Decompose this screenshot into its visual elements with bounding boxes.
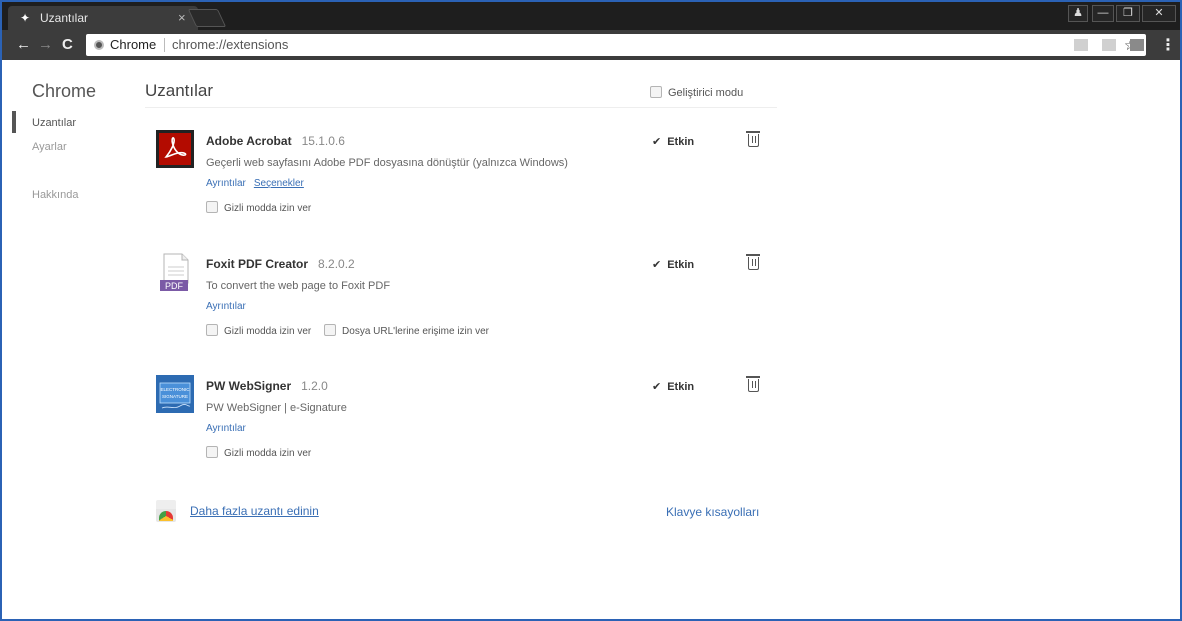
extension-name-text: Foxit PDF Creator [206,257,309,271]
extension-item: Adobe Acrobat 15.1.0.6 Geçerli web sayfas… [152,130,782,230]
sidebar-item-settings[interactable]: Ayarlar [32,141,67,153]
extension-item: ELECTRONIC SIGNATURE PW WebSigner 1.2.0 P… [152,375,782,475]
enabled-check-icon[interactable]: ✔ [652,135,661,148]
details-link[interactable]: Ayrıntılar [206,423,246,434]
incognito-label: Gizli modda izin ver [224,203,312,214]
sidebar-item-about[interactable]: Hakkında [32,189,78,201]
incognito-checkbox[interactable] [206,446,218,458]
extension-item: PDF Foxit PDF Creator 8.2.0.2 To convert … [152,253,782,353]
extension-version: 15.1.0.6 [301,134,345,148]
close-window-button[interactable]: ✕ [1142,5,1176,22]
extension-name: Adobe Acrobat 15.1.0.6 [206,134,345,148]
enabled-label: Etkin [667,136,695,148]
details-link[interactable]: Ayrıntılar [206,301,246,312]
extension-description: Geçerli web sayfasını Adobe PDF dosyasın… [206,157,568,169]
omnibox-url[interactable]: chrome://extensions [172,34,288,56]
omnibox-separator [164,38,165,52]
enabled-label: Etkin [667,381,695,393]
forward-icon[interactable]: → [38,37,53,53]
web-store-icon [156,500,176,522]
foxit-badge-text: PDF [165,281,184,291]
details-link[interactable]: Ayrıntılar [206,178,246,189]
menu-icon[interactable]: ⋮ [1160,35,1176,55]
reload-icon[interactable]: C [62,37,73,53]
extension-name: PW WebSigner 1.2.0 [206,379,328,393]
incognito-option[interactable]: Gizli modda izin ver [206,446,311,459]
file-urls-checkbox[interactable] [324,324,337,336]
developer-mode-checkbox[interactable] [650,86,662,98]
back-icon[interactable]: ← [16,37,31,53]
developer-mode-label: Geliştirici modu [668,87,744,99]
tab-strip: ✦ Uzantılar × ♟ — ❐ ✕ [2,2,1180,30]
enabled-check-icon[interactable]: ✔ [652,380,661,393]
tab-title: Uzantılar [40,11,89,25]
extension-links: Ayrıntılar [206,301,254,312]
enabled-toggle[interactable]: ✔ Etkin [652,380,694,393]
incognito-checkbox[interactable] [206,201,218,213]
enabled-label: Etkin [667,259,695,271]
file-urls-label: Dosya URL'lerine erişime izin ver [342,326,489,337]
pw-websigner-icon: ELECTRONIC SIGNATURE [156,375,194,413]
acrobat-toolbar-icon[interactable] [1130,39,1144,51]
keyboard-shortcuts-link[interactable]: Klavye kısayolları [666,505,759,519]
extension-options: Gizli modda izin ver Dosya URL'lerine er… [206,324,499,337]
chrome-icon [94,40,104,50]
profile-icon[interactable]: ♟ [1068,5,1088,22]
pw-logo-line2: SIGNATURE [162,394,188,399]
page-title: Uzantılar [145,81,214,100]
extension-version: 1.2.0 [301,379,328,393]
extension-links: Ayrıntılar [206,423,254,434]
extension-toolbar-icon[interactable] [1074,39,1088,51]
extension-description: PW WebSigner | e-Signature [206,402,347,414]
sidebar-title: Chrome [32,81,97,101]
trash-icon[interactable] [746,131,760,147]
options-link[interactable]: Seçenekler [254,178,304,189]
adobe-acrobat-icon [156,130,194,168]
more-extensions-link[interactable]: Daha fazla uzantı edinin [190,504,319,518]
pw-logo-line1: ELECTRONIC [160,387,190,392]
file-urls-option[interactable]: Dosya URL'lerine erişime izin ver [324,324,489,337]
extension-options: Gizli modda izin ver [206,201,321,214]
enabled-check-icon[interactable]: ✔ [652,258,661,271]
foxit-pdf-icon: PDF [156,253,194,291]
omnibox-origin: Chrome [110,37,157,52]
incognito-checkbox[interactable] [206,324,218,336]
extension-description: To convert the web page to Foxit PDF [206,280,391,292]
tab-close-icon[interactable]: × [178,10,186,25]
trash-icon[interactable] [746,376,760,392]
enabled-toggle[interactable]: ✔ Etkin [652,258,694,271]
incognito-option[interactable]: Gizli modda izin ver [206,201,311,214]
trash-icon[interactable] [746,254,760,270]
extension-options: Gizli modda izin ver [206,446,321,459]
minimize-button[interactable]: — [1092,5,1114,22]
developer-mode-toggle[interactable]: Geliştirici modu [650,86,743,99]
browser-window: ✦ Uzantılar × ♟ — ❐ ✕ ← → C Chrome chrom… [0,0,1182,621]
extension-name-text: PW WebSigner [206,379,292,393]
toolbar: ← → C Chrome chrome://extensions ☆ ⋮ [2,30,1180,60]
incognito-option[interactable]: Gizli modda izin ver [206,324,311,337]
extension-name: Foxit PDF Creator 8.2.0.2 [206,257,355,271]
extension-version: 8.2.0.2 [318,257,355,271]
extensions-page: Chrome Uzantılar Ayarlar Hakkında Uzantı… [2,60,1180,619]
puzzle-icon: ✦ [20,11,31,25]
extension-links: Ayrıntılar Seçenekler [206,178,312,189]
header-divider [145,107,777,108]
print-icon[interactable] [1102,39,1116,51]
extension-name-text: Adobe Acrobat [206,134,292,148]
incognito-label: Gizli modda izin ver [224,448,312,459]
tab-extensions[interactable]: ✦ Uzantılar × [8,6,198,30]
address-bar[interactable]: Chrome chrome://extensions ☆ [86,34,1146,56]
sidebar-item-extensions[interactable]: Uzantılar [32,117,76,129]
sidebar-active-indicator [12,111,16,133]
incognito-label: Gizli modda izin ver [224,326,312,337]
restore-button[interactable]: ❐ [1116,5,1140,22]
enabled-toggle[interactable]: ✔ Etkin [652,135,694,148]
